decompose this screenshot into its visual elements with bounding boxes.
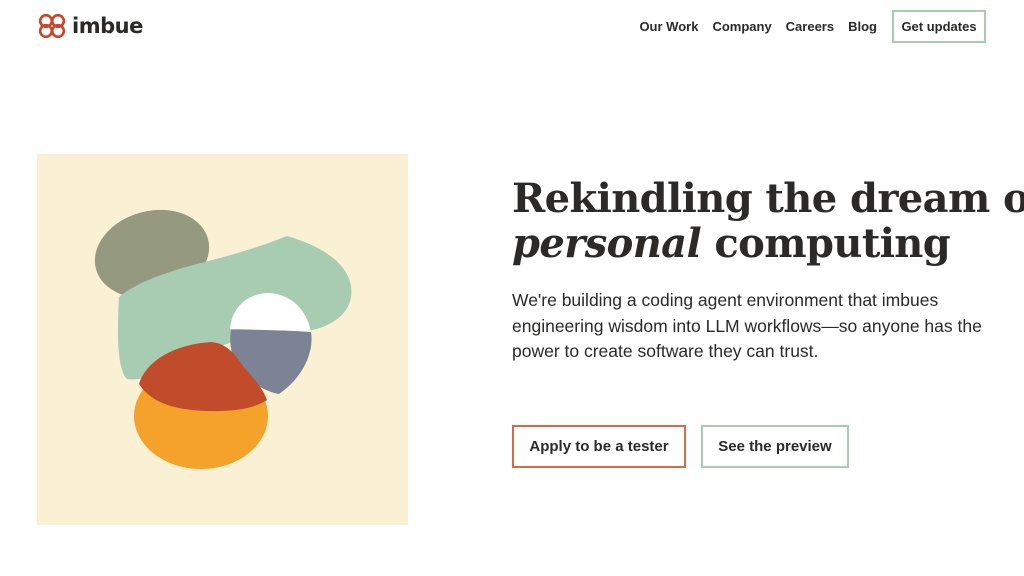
site-header: imbue Our Work Company Careers Blog Get … [0, 0, 1024, 54]
hero-title-italic: personal [512, 220, 702, 267]
hero-title: Rekindling the dream of personal computi… [512, 175, 1024, 266]
nav-link-our-work[interactable]: Our Work [639, 19, 698, 34]
main-nav: Our Work Company Careers Blog Get update… [639, 10, 986, 43]
apply-tester-button[interactable]: Apply to be a tester [512, 425, 686, 468]
logo[interactable]: imbue [38, 13, 143, 39]
brand-name: imbue [72, 14, 143, 38]
imbue-logo-icon [38, 13, 66, 39]
nav-link-blog[interactable]: Blog [848, 19, 877, 34]
nav-link-careers[interactable]: Careers [786, 19, 834, 34]
nav-link-company[interactable]: Company [712, 19, 771, 34]
hero-description: We're building a coding agent environmen… [512, 290, 982, 361]
hero-illustration [37, 154, 408, 525]
see-preview-button[interactable]: See the preview [701, 425, 849, 468]
hero-title-line-2: personal computing [512, 221, 1002, 266]
hero-title-line-1: Rekindling the dream of [512, 175, 1024, 222]
abstract-blobs-illustration [94, 209, 352, 469]
get-updates-button[interactable]: Get updates [892, 10, 986, 43]
hero-title-rest: computing [701, 220, 951, 267]
